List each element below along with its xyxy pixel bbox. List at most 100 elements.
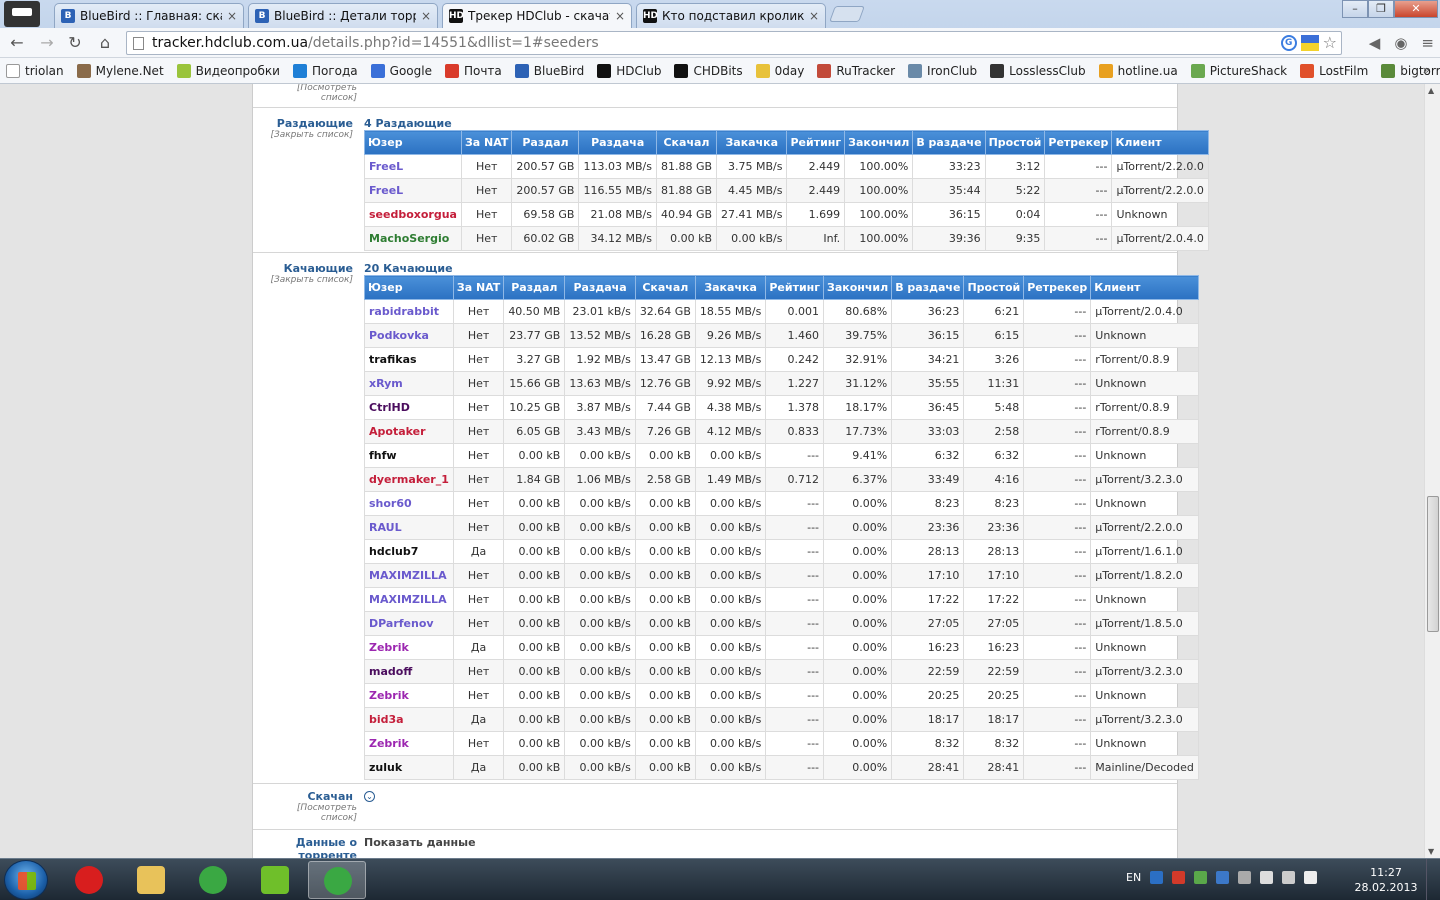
language-indicator[interactable]: EN	[1126, 871, 1141, 884]
seeders-close-list-link[interactable]: [Закрыть список]	[253, 130, 353, 140]
speaker-extension-icon[interactable]: ◀	[1369, 34, 1381, 52]
tab-2[interactable]: B BlueBird :: Детали торрен ×	[248, 3, 438, 28]
forward-icon[interactable]: →	[36, 33, 58, 53]
user-link[interactable]: Zebrik	[364, 635, 454, 660]
user-link[interactable]: FreeL	[364, 178, 462, 203]
column-header-retracker[interactable]: Ретрекер	[1044, 130, 1113, 155]
taskbar-explorer-icon[interactable]	[122, 861, 180, 899]
security-tray-icon[interactable]	[1150, 871, 1164, 884]
bookmark-item[interactable]: IronClub	[908, 63, 977, 78]
user-link[interactable]: madoff	[364, 659, 454, 684]
bookmark-item[interactable]: PictureShack	[1190, 63, 1287, 78]
user-link[interactable]: MAXIMZILLA	[364, 563, 454, 588]
bookmark-item[interactable]: LostFilm	[1300, 63, 1368, 78]
column-header-seeding-time[interactable]: В раздаче	[912, 130, 986, 155]
usb-tray-icon[interactable]	[1238, 871, 1252, 884]
taskbar-utorrent-icon[interactable]	[246, 861, 304, 899]
bookmark-item[interactable]: CHDBits	[674, 63, 743, 78]
column-header-downloaded[interactable]: Скачал	[634, 275, 696, 300]
scroll-down-icon[interactable]: ▼	[1428, 847, 1434, 856]
downloaded-view-list-link[interactable]: [Посмотреть список]	[293, 803, 357, 823]
menu-icon[interactable]: ≡	[1421, 34, 1434, 52]
column-header-retracker[interactable]: Ретрекер	[1023, 275, 1092, 300]
back-icon[interactable]: ←	[6, 33, 28, 53]
user-link[interactable]: MAXIMZILLA	[364, 587, 454, 612]
bookmarks-more-button[interactable]: »	[1423, 63, 1430, 77]
bookmark-item[interactable]: triolan	[6, 63, 64, 78]
user-link[interactable]: bid3a	[364, 707, 454, 732]
taskbar-chrome-icon[interactable]	[184, 861, 242, 899]
volume-icon[interactable]	[1304, 871, 1318, 884]
column-header-upload-speed[interactable]: Раздача	[578, 130, 657, 155]
bookmark-item[interactable]: LosslessClub	[990, 63, 1086, 78]
top-view-list-link[interactable]: [Посмотреть список]	[293, 84, 357, 103]
column-header-nat[interactable]: За NAT	[452, 275, 505, 300]
taskbar-chrome-icon[interactable]	[308, 861, 366, 899]
user-link[interactable]: Zebrik	[364, 731, 454, 756]
leechers-close-list-link[interactable]: [Закрыть список]	[253, 275, 353, 285]
bookmark-item[interactable]: Видеопробки	[176, 63, 280, 78]
user-link[interactable]: RAUL	[364, 515, 454, 540]
home-icon[interactable]: ⌂	[94, 33, 116, 53]
user-link[interactable]: zuluk	[364, 755, 454, 780]
user-link[interactable]: Apotaker	[364, 419, 454, 444]
bookmark-star-icon[interactable]: ☆	[1323, 35, 1337, 51]
user-link[interactable]: Zebrik	[364, 683, 454, 708]
user-link[interactable]: Podkovka	[364, 323, 454, 348]
network-app-tray-icon[interactable]	[1194, 871, 1208, 884]
close-tab-icon[interactable]: ×	[421, 9, 431, 23]
column-header-user[interactable]: Юзер	[364, 275, 454, 300]
page-scrollbar[interactable]: ▲ ▼	[1424, 84, 1440, 858]
bookmark-item[interactable]: BlueBird	[514, 63, 584, 78]
column-header-idle-time[interactable]: Простой	[963, 275, 1025, 300]
scroll-up-icon[interactable]: ▲	[1428, 86, 1434, 95]
bookmark-item[interactable]: Погода	[292, 63, 358, 78]
column-header-client[interactable]: Клиент	[1111, 130, 1209, 155]
antivirus-tray-icon[interactable]	[1172, 871, 1186, 884]
scroll-thumb[interactable]	[1427, 496, 1439, 632]
network-icon[interactable]	[1282, 871, 1296, 884]
minimize-icon[interactable]: –	[1342, 0, 1368, 18]
close-window-icon[interactable]: ✕	[1394, 0, 1438, 18]
bookmark-item[interactable]: 0day	[755, 63, 804, 78]
column-header-uploaded[interactable]: Раздал	[511, 130, 580, 155]
column-header-downloaded[interactable]: Скачал	[655, 130, 718, 155]
new-tab-button[interactable]	[829, 6, 865, 22]
column-header-upload-speed[interactable]: Раздача	[564, 275, 636, 300]
column-header-uploaded[interactable]: Раздал	[503, 275, 566, 300]
bluetooth-icon[interactable]	[1216, 871, 1230, 884]
user-link[interactable]: hdclub7	[364, 539, 454, 564]
globe-extension-icon[interactable]: ◉	[1394, 34, 1407, 52]
bookmark-item[interactable]: Почта	[444, 63, 502, 78]
column-header-idle-time[interactable]: Простой	[984, 130, 1046, 155]
tab-3[interactable]: HD Трекер HDClub - скачать ×	[442, 3, 632, 28]
profile-avatar-icon[interactable]	[4, 1, 40, 27]
column-header-completed[interactable]: Закончил	[844, 130, 914, 155]
bookmark-item[interactable]: hotline.ua	[1098, 63, 1178, 78]
column-header-user[interactable]: Юзер	[364, 130, 462, 155]
close-tab-icon[interactable]: ×	[227, 9, 237, 23]
address-bar[interactable]: tracker.hdclub.com.ua/details.php?id=145…	[126, 31, 1342, 55]
column-header-seeding-time[interactable]: В раздаче	[891, 275, 965, 300]
google-extension-icon[interactable]: G	[1280, 35, 1297, 51]
column-header-ratio[interactable]: Рейтинг	[786, 130, 846, 155]
tab-1[interactable]: B BlueBird :: Главная: скача ×	[54, 3, 244, 28]
column-header-download-speed[interactable]: Закачка	[694, 275, 767, 300]
close-tab-icon[interactable]: ×	[615, 9, 625, 23]
bookmark-item[interactable]: RuTracker	[817, 63, 895, 78]
bookmark-item[interactable]: HDClub	[597, 63, 661, 78]
user-link[interactable]: CtrlHD	[364, 395, 454, 420]
user-link[interactable]: xRym	[364, 371, 454, 396]
column-header-completed[interactable]: Закончил	[823, 275, 893, 300]
user-link[interactable]: shor60	[364, 491, 454, 516]
close-tab-icon[interactable]: ×	[809, 9, 819, 23]
bookmark-item[interactable]: Mylene.Net	[76, 63, 164, 78]
clock[interactable]: 11:27 28.02.2013	[1352, 865, 1420, 895]
user-link[interactable]: DParfenov	[364, 611, 454, 636]
bookmark-item[interactable]: bigtorrent.org	[1381, 63, 1440, 78]
column-header-download-speed[interactable]: Закачка	[716, 130, 788, 155]
start-button[interactable]	[4, 860, 48, 900]
flag-extension-icon[interactable]	[1300, 35, 1319, 51]
maximize-icon[interactable]: ❐	[1368, 0, 1394, 18]
column-header-ratio[interactable]: Рейтинг	[765, 275, 825, 300]
